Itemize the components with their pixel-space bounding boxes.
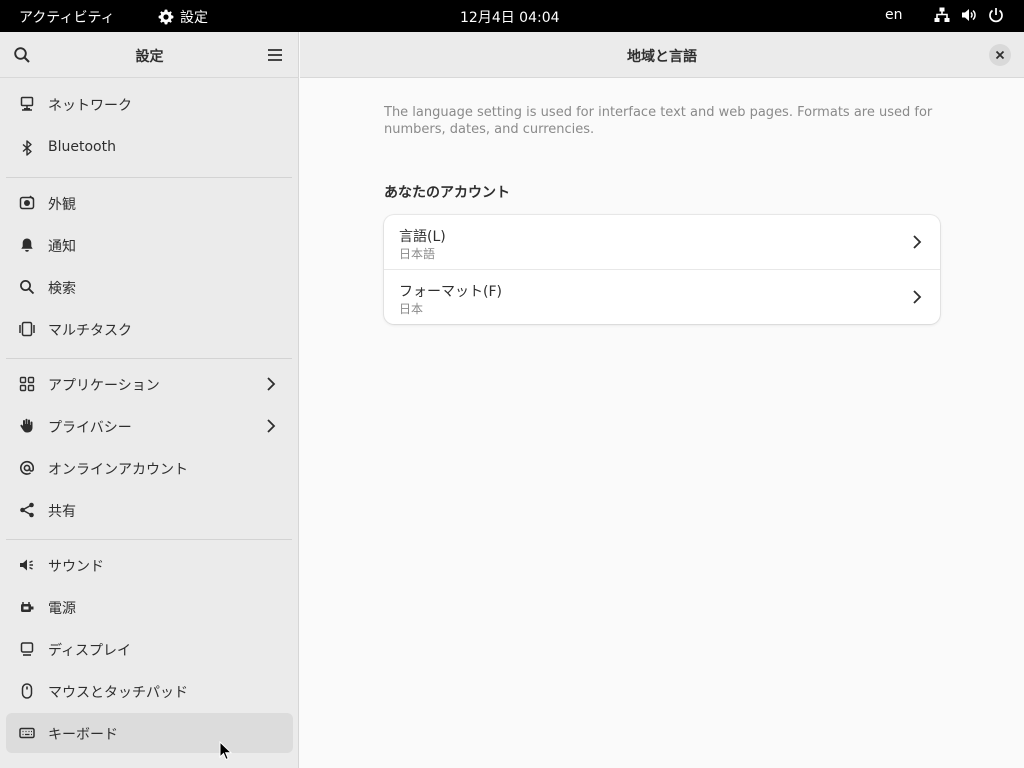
multitasking-icon <box>19 321 35 337</box>
sidebar-item-privacy[interactable]: プライバシー <box>6 406 293 446</box>
close-icon <box>995 50 1005 60</box>
sidebar-item-label: ネットワーク <box>48 98 132 114</box>
sidebar-item-sound[interactable]: サウンド <box>6 545 293 585</box>
sidebar-separator <box>6 358 292 359</box>
input-source-indicator[interactable]: en <box>885 7 903 23</box>
sidebar-item-online-accounts[interactable]: オンラインアカウント <box>6 448 293 488</box>
sidebar-item-bluetooth[interactable]: Bluetooth <box>6 128 293 168</box>
sidebar-item-keyboard[interactable]: キーボード <box>6 713 293 753</box>
content-area: The language setting is used for interfa… <box>300 79 1024 768</box>
sidebar-item-label: マウスとタッチパッド <box>48 685 188 701</box>
close-button[interactable] <box>989 44 1011 66</box>
chevron-right-icon <box>913 235 922 249</box>
network-icon <box>20 96 34 111</box>
sidebar-item-label: Bluetooth <box>48 139 116 155</box>
power-plug-icon <box>21 602 34 612</box>
sidebar-item-label: サウンド <box>48 559 104 575</box>
row-value: 日本語 <box>399 247 436 261</box>
sidebar-item-network[interactable]: ネットワーク <box>6 84 293 124</box>
app-menu-label: 設定 <box>180 10 208 26</box>
hamburger-menu-icon[interactable] <box>267 47 283 63</box>
sidebar-item-appearance[interactable]: 外観 <box>6 183 293 223</box>
sidebar-item-label: 電源 <box>48 601 76 617</box>
sidebar-item-label: 検索 <box>48 281 76 297</box>
page-title: 地域と言語 <box>627 49 697 65</box>
sidebar-item-label: マルチタスク <box>48 323 132 339</box>
content-header: 地域と言語 <box>300 32 1024 78</box>
sidebar-item-sharing[interactable]: 共有 <box>6 490 293 530</box>
sidebar-item-label: 共有 <box>48 504 76 520</box>
language-row[interactable]: 言語(L) 日本語 <box>384 215 940 269</box>
settings-list: 言語(L) 日本語 フォーマット(F) 日本 <box>384 215 940 324</box>
volume-icon <box>962 9 976 21</box>
row-value: 日本 <box>399 302 424 316</box>
at-sign-icon <box>20 460 35 475</box>
sidebar-separator <box>6 177 292 178</box>
keyboard-icon <box>19 727 35 739</box>
search-icon <box>20 280 35 295</box>
clock[interactable]: 12月4日 04:04 <box>460 7 560 27</box>
display-icon <box>20 642 34 656</box>
sidebar-item-display[interactable]: ディスプレイ <box>6 629 293 669</box>
app-menu[interactable]: 設定 <box>158 7 208 27</box>
sidebar-item-label: 外観 <box>48 197 76 213</box>
apps-grid-icon <box>19 376 35 392</box>
share-icon <box>20 502 34 518</box>
section-title: あなたのアカウント <box>384 185 510 201</box>
sidebar-item-label: ディスプレイ <box>48 643 132 659</box>
sidebar-item-label: プライバシー <box>48 420 132 436</box>
activities-button[interactable]: アクティビティ <box>19 7 115 27</box>
sidebar-item-label: 通知 <box>48 239 76 255</box>
gear-icon <box>158 9 174 25</box>
formats-row[interactable]: フォーマット(F) 日本 <box>384 270 940 324</box>
chevron-right-icon <box>267 419 276 433</box>
sidebar-item-notifications[interactable]: 通知 <box>6 225 293 265</box>
sidebar-item-search[interactable]: 検索 <box>6 267 293 307</box>
system-tray[interactable] <box>933 6 1005 24</box>
sidebar-item-mouse-touchpad[interactable]: マウスとタッチパッド <box>6 671 293 711</box>
sidebar-separator <box>6 539 292 540</box>
sidebar-item-power[interactable]: 電源 <box>6 587 293 627</box>
sidebar-item-label: アプリケーション <box>48 378 160 394</box>
sidebar-item-applications[interactable]: アプリケーション <box>6 364 293 404</box>
page-description: The language setting is used for interfa… <box>384 105 933 137</box>
sidebar-title: 設定 <box>135 49 164 65</box>
top-bar: アクティビティ 設定 12月4日 04:04 en <box>0 0 1024 32</box>
row-title: 言語(L) <box>399 229 446 245</box>
bell-icon <box>21 238 33 252</box>
bluetooth-icon <box>22 140 32 156</box>
appearance-icon <box>19 195 35 210</box>
mouse-icon <box>21 683 33 699</box>
sidebar-item-label: キーボード <box>48 727 118 743</box>
sidebar-item-multitasking[interactable]: マルチタスク <box>6 309 293 349</box>
sidebar-item-label: オンラインアカウント <box>48 462 188 478</box>
power-icon <box>989 8 1003 23</box>
hand-icon <box>20 418 33 433</box>
chevron-right-icon <box>267 377 276 391</box>
mouse-cursor-icon <box>219 741 233 761</box>
row-title: フォーマット(F) <box>399 284 502 300</box>
speaker-icon <box>20 559 33 571</box>
sidebar: 設定 ネットワーク Bluetooth 外観 通知 検索 マルチタスク アプリケ… <box>0 32 299 768</box>
chevron-right-icon <box>913 290 922 304</box>
sidebar-header: 設定 <box>0 32 299 78</box>
wired-network-icon <box>934 7 950 22</box>
